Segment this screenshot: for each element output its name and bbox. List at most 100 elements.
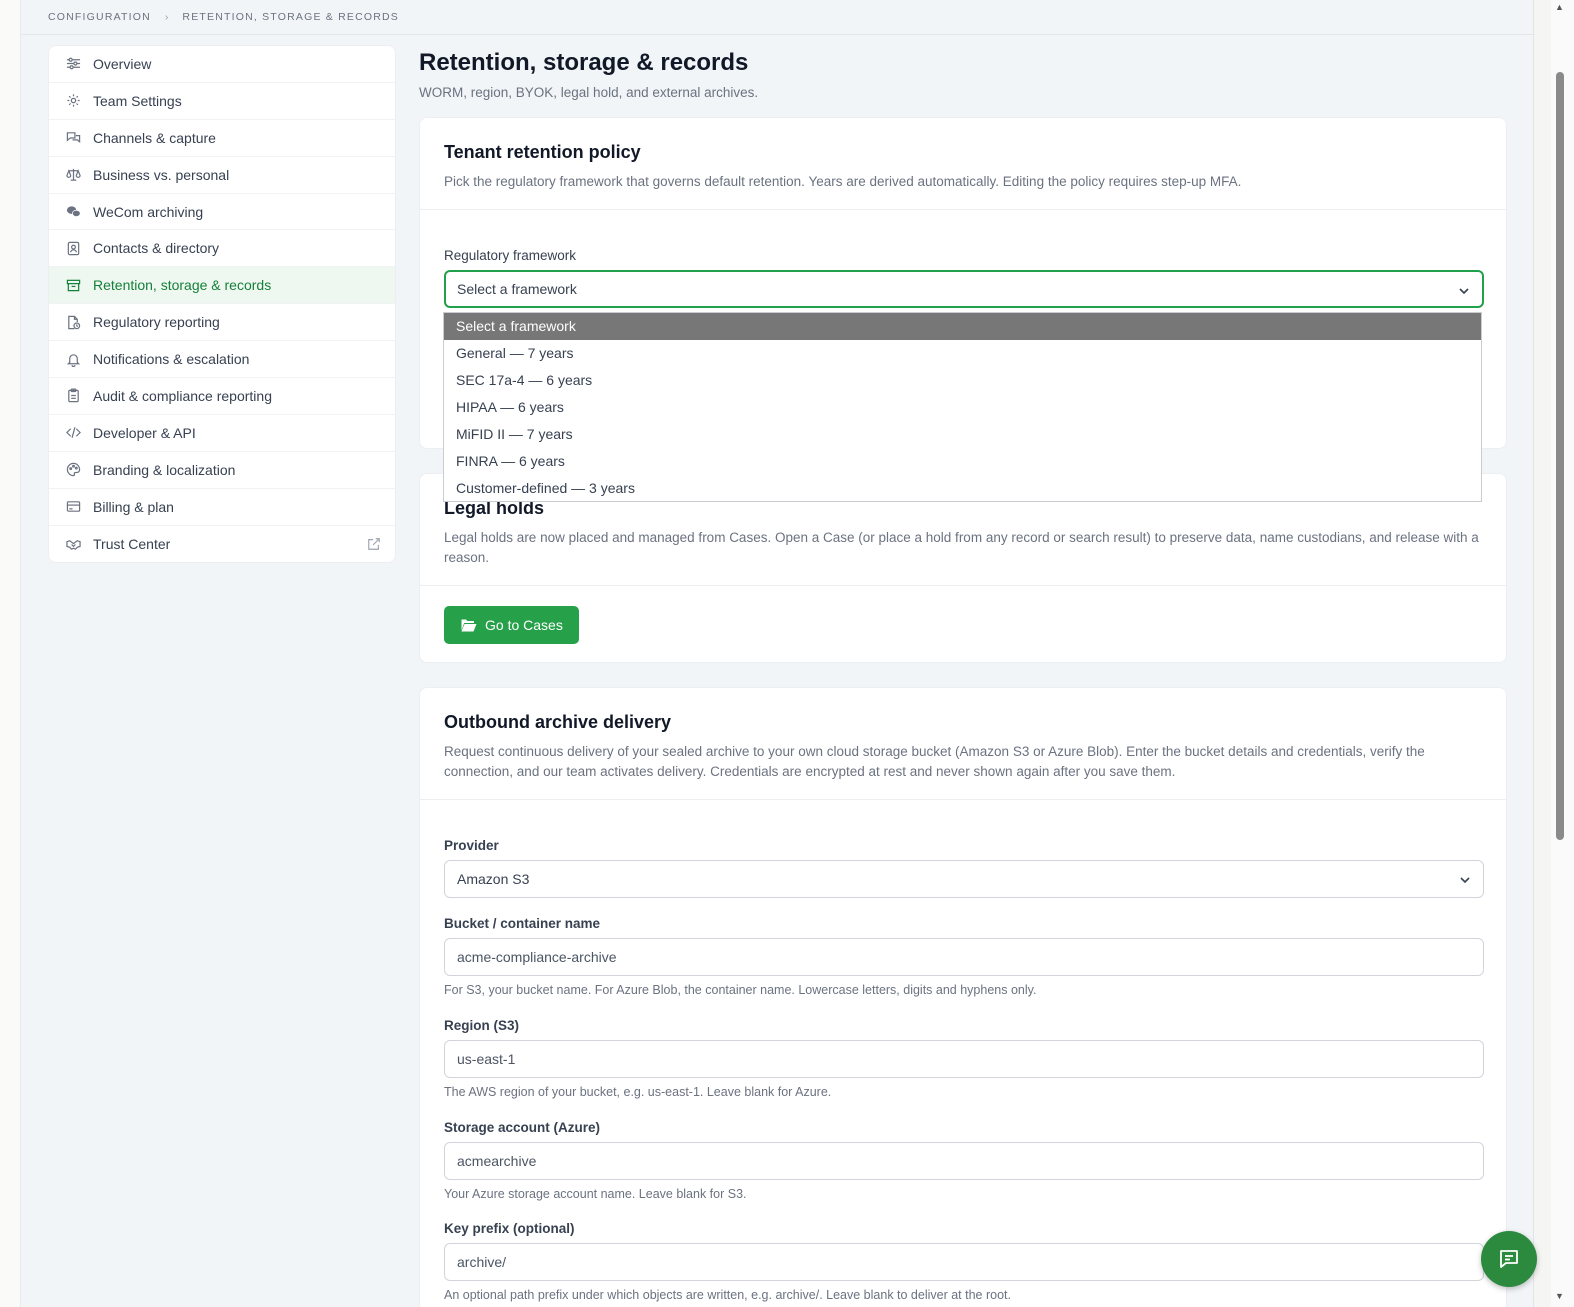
sidebar-item-wecom-archiving[interactable]: WeCom archiving: [49, 194, 395, 231]
sidebar-item-trust-center[interactable]: Trust Center: [49, 526, 395, 563]
clipboard-icon: [65, 388, 81, 404]
sidebar-item-business-personal[interactable]: Business vs. personal: [49, 157, 395, 194]
framework-select[interactable]: Select a framework: [444, 270, 1484, 308]
sidebar-item-regulatory-reporting[interactable]: Regulatory reporting: [49, 304, 395, 342]
region-hint: The AWS region of your bucket, e.g. us-e…: [444, 1085, 832, 1099]
chevron-down-icon: [1459, 873, 1471, 889]
storage-account-placeholder: acmearchive: [457, 1153, 537, 1169]
sidebar-item-label: Business vs. personal: [93, 166, 230, 183]
outbound-title: Outbound archive delivery: [444, 712, 672, 732]
chevron-down-icon: [1458, 284, 1470, 300]
sidebar-item-label: Retention, storage & records: [93, 277, 272, 294]
sidebar-item-label: Trust Center: [93, 536, 171, 553]
breadcrumb-root[interactable]: Configuration: [48, 11, 151, 23]
sidebar-item-label: Regulatory reporting: [93, 314, 220, 331]
card-divider: [420, 209, 1506, 210]
bucket-input[interactable]: acme-compliance-archive: [444, 938, 1484, 976]
outbound-archive-card: Outbound archive delivery Request contin…: [419, 687, 1507, 1307]
bucket-label: Bucket / container name: [444, 916, 601, 931]
provider-select-value: Amazon S3: [457, 871, 530, 887]
key-prefix-input[interactable]: archive/: [444, 1243, 1484, 1281]
gear-icon: [65, 93, 81, 109]
scroll-up-arrow-icon[interactable]: ▲: [1555, 2, 1564, 12]
external-link-icon[interactable]: [367, 537, 381, 554]
card-divider: [420, 799, 1506, 800]
framework-option[interactable]: General — 7 years: [444, 340, 1481, 367]
storage-account-input[interactable]: acmearchive: [444, 1142, 1484, 1180]
sidebar-item-label: Billing & plan: [93, 498, 174, 515]
sidebar-item-label: Branding & localization: [93, 461, 236, 478]
key-prefix-placeholder: archive/: [457, 1254, 507, 1270]
sidebar-item-audit-compliance-reporting[interactable]: Audit & compliance reporting: [49, 378, 395, 415]
sidebar-item-channels-capture[interactable]: Channels & capture: [49, 120, 395, 157]
framework-option[interactable]: MiFID II — 7 years: [444, 421, 1481, 448]
framework-option[interactable]: HIPAA — 6 years: [444, 394, 1481, 421]
framework-option[interactable]: SEC 17a-4 — 6 years: [444, 367, 1481, 394]
sidebar-item-developer-api[interactable]: Developer & API: [49, 415, 395, 452]
framework-dropdown-list[interactable]: Select a framework General — 7 years SEC…: [443, 312, 1482, 502]
sidebar-item-label: Team Settings: [93, 92, 182, 109]
scale-icon: [65, 167, 81, 183]
sidebar-item-label: WeCom archiving: [93, 203, 204, 220]
bell-icon: [65, 351, 81, 367]
framework-select-value: Select a framework: [457, 281, 577, 297]
settings-sidebar: Overview Team Settings Channels & captur…: [48, 45, 396, 564]
framework-label: Regulatory framework: [444, 248, 577, 263]
region-input[interactable]: us-east-1: [444, 1040, 1484, 1078]
credit-card-icon: [65, 499, 81, 515]
app-window: Configuration › Retention, storage & rec…: [20, 0, 1535, 1307]
go-to-cases-button[interactable]: Go to Cases: [444, 606, 579, 644]
breadcrumb-current: Retention, storage & records: [182, 11, 400, 23]
scrollbar-thumb[interactable]: [1556, 72, 1564, 840]
outbound-description: Request continuous delivery of your seal…: [444, 744, 1425, 779]
sidebar-item-retention-storage-records[interactable]: Retention, storage & records: [49, 267, 395, 305]
main-content: Retention, storage & records WORM, regio…: [419, 45, 1507, 1307]
storage-account-label: Storage account (Azure): [444, 1120, 601, 1135]
sidebar-item-billing-plan[interactable]: Billing & plan: [49, 489, 395, 526]
legal-holds-description: Legal holds are now placed and managed f…: [444, 530, 1479, 565]
sliders-icon: [65, 56, 81, 72]
code-icon: [65, 425, 81, 441]
region-label: Region (S3): [444, 1018, 520, 1033]
key-prefix-label: Key prefix (optional): [444, 1221, 575, 1236]
sidebar-item-contacts-directory[interactable]: Contacts & directory: [49, 230, 395, 268]
sidebar-item-label: Developer & API: [93, 424, 196, 441]
handshake-icon: [65, 536, 81, 552]
go-to-cases-label: Go to Cases: [485, 617, 563, 633]
framework-option[interactable]: FINRA — 6 years: [444, 447, 1481, 474]
sidebar-item-team-settings[interactable]: Team Settings: [49, 83, 395, 120]
wechat-icon: [65, 204, 81, 220]
sidebar-item-overview[interactable]: Overview: [49, 46, 395, 83]
page-title: Retention, storage & records: [419, 49, 749, 76]
breadcrumb: Configuration › Retention, storage & rec…: [21, 0, 1535, 35]
retention-card-title: Tenant retention policy: [444, 142, 641, 162]
sidebar-item-branding-localization[interactable]: Branding & localization: [49, 452, 395, 489]
chat-bubbles-icon: [65, 130, 81, 146]
sidebar-item-label: Contacts & directory: [93, 240, 220, 257]
chat-support-button[interactable]: [1481, 1231, 1537, 1287]
chat-icon: [1500, 1250, 1518, 1268]
bucket-input-placeholder: acme-compliance-archive: [457, 949, 617, 965]
sidebar-item-label: Audit & compliance reporting: [93, 387, 272, 404]
sidebar-item-notifications-escalation[interactable]: Notifications & escalation: [49, 341, 395, 379]
page-subtitle: WORM, region, BYOK, legal hold, and exte…: [419, 85, 759, 100]
card-divider: [420, 585, 1506, 586]
archive-box-icon: [65, 277, 81, 293]
key-prefix-hint: An optional path prefix under which obje…: [444, 1288, 1011, 1302]
storage-account-hint: Your Azure storage account name. Leave b…: [444, 1187, 747, 1201]
breadcrumb-chevron-icon: ›: [164, 11, 169, 23]
provider-select[interactable]: Amazon S3: [444, 860, 1484, 898]
left-gutter: [0, 0, 20, 1307]
retention-card-description: Pick the regulatory framework that gover…: [444, 174, 1242, 189]
contact-card-icon: [65, 240, 81, 256]
sidebar-item-label: Overview: [93, 55, 152, 72]
scroll-down-arrow-icon[interactable]: ▼: [1555, 1291, 1564, 1301]
palette-icon: [65, 462, 81, 478]
sidebar-item-label: Notifications & escalation: [93, 351, 250, 368]
file-clock-icon: [65, 314, 81, 330]
bucket-hint: For S3, your bucket name. For Azure Blob…: [444, 983, 1037, 997]
framework-option[interactable]: Customer-defined — 3 years: [444, 474, 1481, 501]
sidebar-item-label: Channels & capture: [93, 129, 216, 146]
provider-label: Provider: [444, 838, 499, 853]
framework-option[interactable]: Select a framework: [444, 313, 1481, 340]
